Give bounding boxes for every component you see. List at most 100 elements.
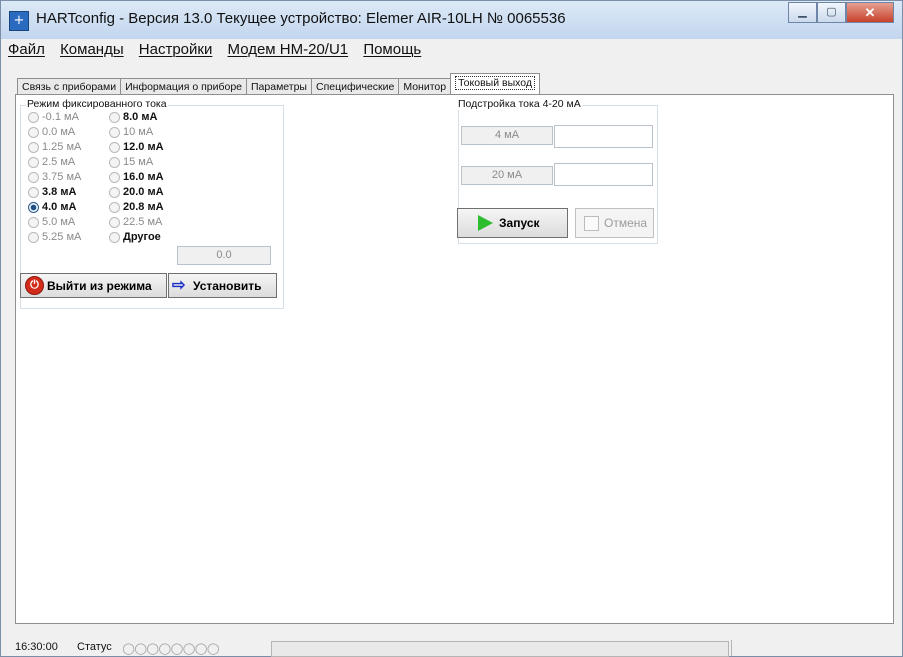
radio-button-icon[interactable] (109, 171, 120, 183)
current-option-radio[interactable]: 12.0 мА (109, 141, 164, 153)
tab-device-connection[interactable]: Связь с приборами (17, 78, 122, 94)
radio-button-icon[interactable] (109, 201, 120, 213)
set-button-label: Установить (193, 278, 262, 293)
tab-strip: Связь с приборами Информация о приборе П… (17, 73, 540, 94)
menu-modem[interactable]: Модем HM-20/U1 (224, 39, 353, 60)
radio-button-icon[interactable] (28, 186, 39, 198)
current-option-label: 4.0 мА (42, 201, 77, 213)
radio-button-icon[interactable] (109, 216, 120, 228)
current-option-radio[interactable]: Другое (109, 231, 161, 243)
radio-button-icon[interactable] (109, 126, 120, 138)
current-option-radio[interactable]: 2.5 мА (28, 156, 75, 168)
current-option-label: 1.25 мА (42, 141, 82, 153)
status-separator (731, 640, 732, 656)
radio-button-icon[interactable] (28, 231, 39, 243)
current-option-label: 5.0 мА (42, 216, 76, 228)
current-option-label: 10 мА (123, 126, 154, 138)
current-option-radio[interactable]: 5.25 мА (28, 231, 81, 243)
maximize-button[interactable]: ▢ (817, 2, 846, 23)
tab-specific[interactable]: Специфические (310, 78, 400, 94)
menu-bar: Файл Команды Настройки Модем HM-20/U1 По… (1, 39, 902, 61)
window-title: HARTconfig - Версия 13.0 Текущее устройс… (36, 10, 566, 27)
current-option-label: 3.8 мА (42, 186, 77, 198)
current-option-radio[interactable]: 22.5 мА (109, 216, 162, 228)
tab-panel: Режим фиксированного тока -0.1 мА 0.0 мА 1… (15, 94, 894, 624)
radio-button-icon[interactable] (109, 231, 120, 243)
play-icon (478, 215, 493, 231)
tab-parameters[interactable]: Параметры (246, 78, 312, 94)
trim-20ma-label-box: 20 мА (461, 166, 553, 185)
start-button-label: Запуск (499, 216, 540, 230)
current-option-label: 8.0 мА (123, 111, 158, 123)
arrow-right-icon: ⇨ (172, 276, 186, 294)
current-option-label: 15 мА (123, 156, 154, 168)
radio-button-icon[interactable] (109, 186, 120, 198)
current-option-label: 3.75 мА (42, 171, 82, 183)
cancel-check-icon (584, 215, 599, 231)
current-option-radio[interactable]: 15 мА (109, 156, 153, 168)
current-option-radio[interactable]: 20.0 мА (109, 186, 164, 198)
menu-help[interactable]: Помощь (359, 39, 425, 60)
radio-button-icon[interactable] (28, 216, 39, 228)
status-time: 16:30:00 (15, 641, 58, 653)
radio-button-icon[interactable] (109, 156, 120, 168)
progress-bar (271, 641, 729, 657)
radio-button-icon[interactable] (28, 126, 39, 138)
current-option-radio[interactable]: 8.0 мА (109, 111, 157, 123)
close-button[interactable]: ✕ (846, 2, 894, 23)
tab-monitor[interactable]: Монитор (398, 78, 452, 94)
current-option-label: Другое (123, 231, 161, 243)
current-option-label: 20.8 мА (123, 201, 164, 213)
status-indicators: ○○○○○○○○ (122, 639, 220, 657)
radio-button-icon[interactable] (28, 156, 39, 168)
current-option-radio[interactable]: 3.75 мА (28, 171, 81, 183)
trim-group-label: Подстройка тока 4-20 мА (457, 98, 582, 110)
current-option-radio[interactable]: 0.0 мА (28, 126, 75, 138)
minimize-button[interactable]: ▁ (788, 2, 817, 23)
menu-commands[interactable]: Команды (56, 39, 128, 60)
start-button[interactable]: Запуск (457, 208, 568, 238)
current-option-label: 2.5 мА (42, 156, 76, 168)
app-window: + HARTconfig - Версия 13.0 Текущее устро… (0, 0, 903, 657)
current-option-radio[interactable]: 5.0 мА (28, 216, 75, 228)
trim-20ma-input[interactable] (554, 163, 653, 186)
radio-button-icon[interactable] (109, 141, 120, 153)
exit-mode-label: Выйти из режима (47, 278, 152, 293)
menu-settings[interactable]: Настройки (135, 39, 217, 60)
app-icon[interactable]: + (9, 11, 29, 31)
tab-current-output-label: Токовый выход (455, 76, 535, 90)
set-button[interactable]: ⇨ Установить (168, 273, 277, 298)
current-option-label: -0.1 мА (42, 111, 79, 123)
current-option-label: 22.5 мА (123, 216, 163, 228)
current-option-label: 16.0 мА (123, 171, 164, 183)
radio-button-icon[interactable] (28, 201, 39, 213)
radio-button-icon[interactable] (28, 111, 39, 123)
title-bar[interactable]: + HARTconfig - Версия 13.0 Текущее устро… (1, 1, 902, 39)
current-option-label: 20.0 мА (123, 186, 164, 198)
status-bar: 16:30:00 Статус ○○○○○○○○ (15, 639, 894, 657)
current-option-radio[interactable]: -0.1 мА (28, 111, 79, 123)
radio-button-icon[interactable] (28, 141, 39, 153)
fixed-current-group-label: Режим фиксированного тока (26, 98, 168, 110)
trim-4ma-label-box: 4 мА (461, 126, 553, 145)
trim-4ma-input[interactable] (554, 125, 653, 148)
current-option-radio[interactable]: 16.0 мА (109, 171, 164, 183)
cancel-button[interactable]: Отмена (575, 208, 654, 238)
other-current-input[interactable]: 0.0 (177, 246, 271, 265)
radio-button-icon[interactable] (109, 111, 120, 123)
current-option-label: 0.0 мА (42, 126, 76, 138)
tab-device-info[interactable]: Информация о приборе (120, 78, 247, 94)
current-option-label: 5.25 мА (42, 231, 82, 243)
menu-file[interactable]: Файл (4, 39, 49, 60)
tab-current-output[interactable]: Токовый выход (450, 73, 540, 94)
current-option-label: 12.0 мА (123, 141, 164, 153)
current-option-radio[interactable]: 4.0 мА (28, 201, 76, 213)
cancel-button-label: Отмена (604, 216, 648, 230)
current-option-radio[interactable]: 20.8 мА (109, 201, 164, 213)
current-option-radio[interactable]: 10 мА (109, 126, 153, 138)
radio-button-icon[interactable] (28, 171, 39, 183)
current-option-radio[interactable]: 3.8 мА (28, 186, 76, 198)
power-icon: ⏻ (25, 276, 44, 295)
current-option-radio[interactable]: 1.25 мА (28, 141, 81, 153)
exit-mode-button[interactable]: ⏻ Выйти из режима (20, 273, 167, 298)
